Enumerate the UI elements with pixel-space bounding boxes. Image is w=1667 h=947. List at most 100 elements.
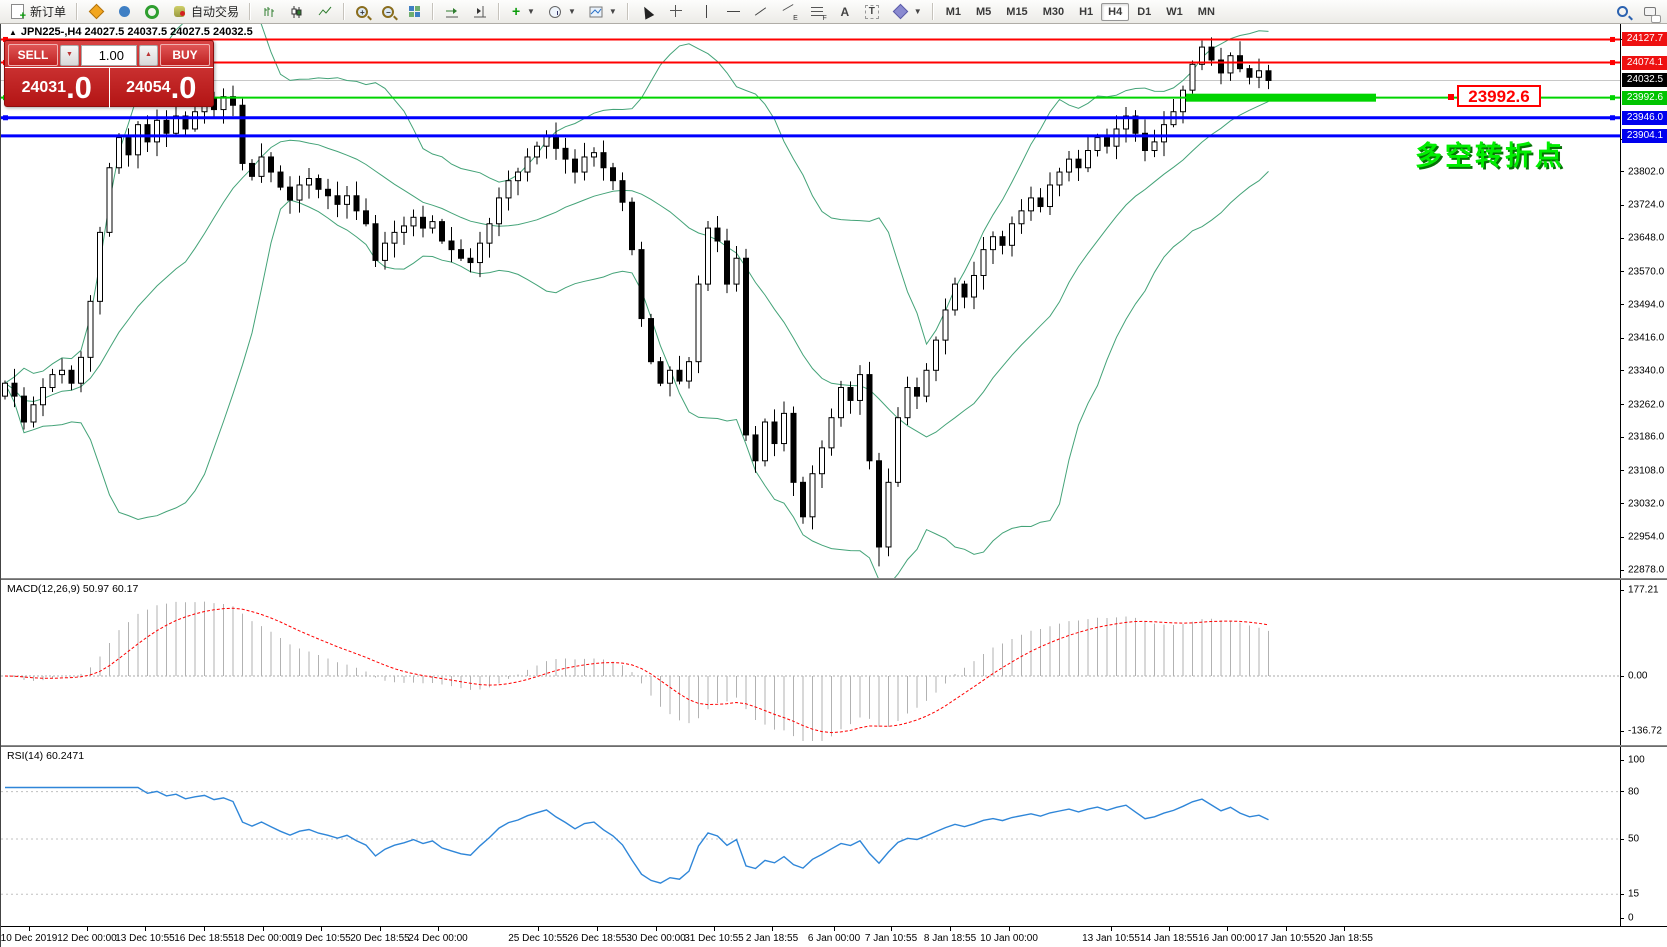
time-axis-label: 18 Dec 00:00 (233, 933, 293, 944)
timeframe-button-mn[interactable]: MN (1191, 3, 1222, 21)
time-axis-tick (263, 927, 264, 931)
bar-chart-button[interactable] (256, 2, 282, 22)
signals-button[interactable] (139, 2, 165, 22)
time-axis-label: 8 Jan 18:55 (924, 933, 976, 944)
periods-button[interactable]: ▼ (542, 2, 581, 22)
time-axis-tick (29, 927, 30, 931)
fibonacci-icon (810, 4, 826, 20)
macd-canvas (1, 580, 1620, 745)
indicators-button[interactable]: +▼ (505, 2, 540, 22)
candlestick-chart-button[interactable] (284, 2, 310, 22)
timeframe-bar: M1M5M15M30H1H4D1W1MN (939, 3, 1222, 21)
price-axis-label: 23186.0 (1628, 432, 1664, 443)
line-chart-button[interactable] (312, 2, 338, 22)
equidistant-channel-icon (781, 4, 797, 20)
axis-tick (1620, 470, 1624, 471)
chat-button[interactable] (1637, 2, 1663, 22)
search-icon (1617, 6, 1628, 17)
time-axis-tick (204, 927, 205, 931)
buy-price[interactable]: 24054.0 (110, 68, 214, 108)
fibonacci-button[interactable] (805, 2, 831, 22)
timeframe-button-h4[interactable]: H4 (1101, 3, 1129, 21)
turning-point-annotation[interactable]: 多空转折点 (1415, 134, 1565, 173)
time-axis-label: 14 Jan 18:55 (1140, 933, 1198, 944)
volume-decrease-button[interactable]: ▼ (60, 45, 79, 66)
chart-window[interactable]: ▲JPN225-,H4 24027.5 24037.5 24027.5 2403… (0, 24, 1667, 947)
text-label-button[interactable]: T (859, 2, 885, 22)
separator (627, 3, 629, 20)
channel-button[interactable] (775, 2, 803, 22)
separator (498, 3, 500, 20)
timeframe-button-d1[interactable]: D1 (1130, 3, 1158, 21)
community-button[interactable] (112, 2, 137, 22)
buy-button[interactable]: BUY (160, 44, 210, 66)
volume-input[interactable]: 1.00 (81, 45, 137, 66)
time-axis[interactable]: 10 Dec 201912 Dec 00:0013 Dec 10:5516 De… (1, 926, 1667, 947)
symbol-ohlc-label: ▲JPN225-,H4 24027.5 24037.5 24027.5 2403… (9, 26, 253, 38)
separator (249, 3, 251, 20)
zoom-out-icon: − (382, 6, 394, 18)
timeframe-button-m1[interactable]: M1 (939, 3, 968, 21)
collapse-panel-icon[interactable]: ▲ (9, 28, 17, 37)
sell-button[interactable]: SELL (8, 44, 58, 66)
highlighted-line-segment[interactable] (1186, 94, 1376, 102)
line-handle[interactable] (1610, 60, 1615, 65)
metaeditor-icon (89, 4, 105, 20)
chart-shift-button[interactable] (467, 2, 493, 22)
time-axis-label: 20 Jan 18:55 (1315, 933, 1373, 944)
line-handle[interactable] (3, 115, 8, 120)
clock-icon (549, 6, 561, 18)
pane-separator[interactable] (1, 578, 1667, 580)
text-button[interactable]: A (833, 2, 857, 22)
rsi-label: RSI(14) 60.2471 (7, 750, 84, 762)
vertical-line-button[interactable] (694, 2, 719, 22)
templates-button[interactable]: ▼ (583, 2, 622, 22)
axis-tick (1620, 570, 1624, 571)
price-axis-label: -136.72 (1628, 726, 1662, 737)
crosshair-button[interactable] (662, 2, 692, 22)
one-click-trade-panel: SELL ▼ 1.00 ▲ BUY 24031.0 24054.0 (4, 40, 214, 107)
line-price-axis-box: 24127.7 (1622, 32, 1667, 46)
axis-tick (1620, 791, 1624, 792)
time-axis-label: 19 Dec 10:55 (291, 933, 351, 944)
price-axis[interactable]: 24110.023878.023802.023724.023648.023570… (1620, 24, 1667, 926)
volume-increase-button[interactable]: ▲ (139, 45, 158, 66)
line-handle[interactable] (1610, 37, 1615, 42)
timeframe-button-m30[interactable]: M30 (1036, 3, 1071, 21)
new-order-button[interactable]: 新订单 (4, 2, 71, 22)
price-axis-label: 23262.0 (1628, 399, 1664, 410)
axis-tick (1620, 304, 1624, 305)
autotrading-button[interactable]: 自动交易 (167, 2, 244, 22)
tile-windows-button[interactable] (402, 2, 427, 22)
line-handle[interactable] (1610, 95, 1615, 100)
pane-separator[interactable] (1, 745, 1667, 747)
line-handle[interactable] (1610, 115, 1615, 120)
metaeditor-button[interactable] (83, 2, 110, 22)
zoom-out-button[interactable]: − (376, 2, 400, 22)
trendline-icon (755, 7, 766, 15)
zoom-in-button[interactable]: + (350, 2, 374, 22)
search-button[interactable] (1610, 2, 1635, 22)
time-axis-tick (891, 927, 892, 931)
axis-tick (1620, 894, 1624, 895)
cursor-button[interactable] (634, 2, 660, 22)
price-axis-label: 23494.0 (1628, 299, 1664, 310)
timeframe-button-m15[interactable]: M15 (999, 3, 1034, 21)
timeframe-button-w1[interactable]: W1 (1159, 3, 1190, 21)
time-axis-label: 13 Jan 10:55 (1082, 933, 1140, 944)
price-axis-label: 22954.0 (1628, 532, 1664, 543)
sell-price[interactable]: 24031.0 (5, 68, 110, 108)
time-axis-label: 13 Dec 10:55 (115, 933, 175, 944)
horizontal-line-button[interactable] (721, 2, 746, 22)
arrows-button[interactable]: ▼ (887, 2, 927, 22)
time-axis-tick (597, 927, 598, 931)
timeframe-button-h1[interactable]: H1 (1072, 3, 1100, 21)
trendline-button[interactable] (748, 2, 773, 22)
time-axis-tick (950, 927, 951, 931)
price-box-anchor[interactable] (1448, 94, 1454, 100)
price-annotation-box[interactable]: 23992.6 (1457, 85, 1541, 107)
auto-scroll-button[interactable] (439, 2, 465, 22)
time-axis-tick (145, 927, 146, 931)
text-label-icon: T (865, 5, 879, 19)
timeframe-button-m5[interactable]: M5 (969, 3, 998, 21)
